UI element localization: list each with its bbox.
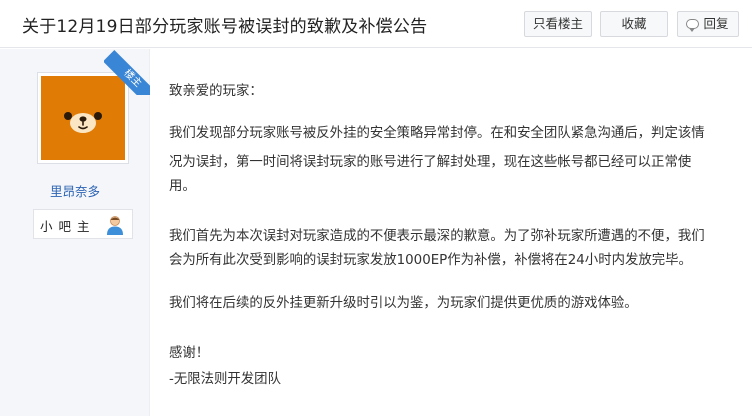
body-line: 我们首先为本次误封对玩家造成的不便表示最深的歉意。为了弥补玩家所遭遇的不便，我们 bbox=[169, 229, 705, 244]
role-badge-label: 小吧主 bbox=[40, 219, 96, 234]
thread-header: 关于12月19日部分玩家账号被误封的致歉及补偿公告 只看楼主 收藏 回复 bbox=[0, 0, 752, 48]
only-op-button[interactable]: 只看楼主 bbox=[524, 11, 592, 37]
speech-bubble-icon bbox=[686, 19, 699, 32]
op-ribbon-label: 楼主 bbox=[104, 50, 150, 95]
body-line: 会为所有此次受到影响的误封玩家发放1000EP作为补偿，补偿将在24小时内发放完… bbox=[169, 253, 692, 268]
body-line: 用。 bbox=[169, 179, 196, 194]
reply-button[interactable]: 回复 bbox=[677, 11, 739, 37]
thread-title: 关于12月19日部分玩家账号被误封的致歉及补偿公告 bbox=[22, 17, 428, 37]
author-sidebar: 楼主 里昂奈多 小吧主 bbox=[0, 49, 150, 416]
reply-button-label: 回复 bbox=[703, 16, 729, 31]
thanks-line: 感谢！ bbox=[169, 346, 210, 361]
body-line: 我们将在后续的反外挂更新升级时引以为鉴，为玩家们提供更优质的游戏体验。 bbox=[169, 296, 638, 311]
body-line: 我们发现部分玩家账号被反外挂的安全策略异常封停。在和安全团队紧急沟通后，判定该情 bbox=[169, 126, 705, 141]
greeting-line: 致亲爱的玩家： bbox=[169, 84, 263, 99]
signature-line: -无限法则开发团队 bbox=[169, 372, 281, 387]
role-badge[interactable]: 小吧主 bbox=[33, 209, 133, 239]
favorite-button[interactable]: 收藏 bbox=[600, 11, 668, 37]
op-ribbon: 楼主 bbox=[104, 49, 150, 95]
body-line: 况为误封，第一时间将误封玩家的账号进行了解封处理，现在这些帐号都已经可以正常使 bbox=[169, 155, 692, 170]
user-person-icon bbox=[107, 216, 123, 235]
author-name-link[interactable]: 里昂奈多 bbox=[0, 181, 150, 200]
